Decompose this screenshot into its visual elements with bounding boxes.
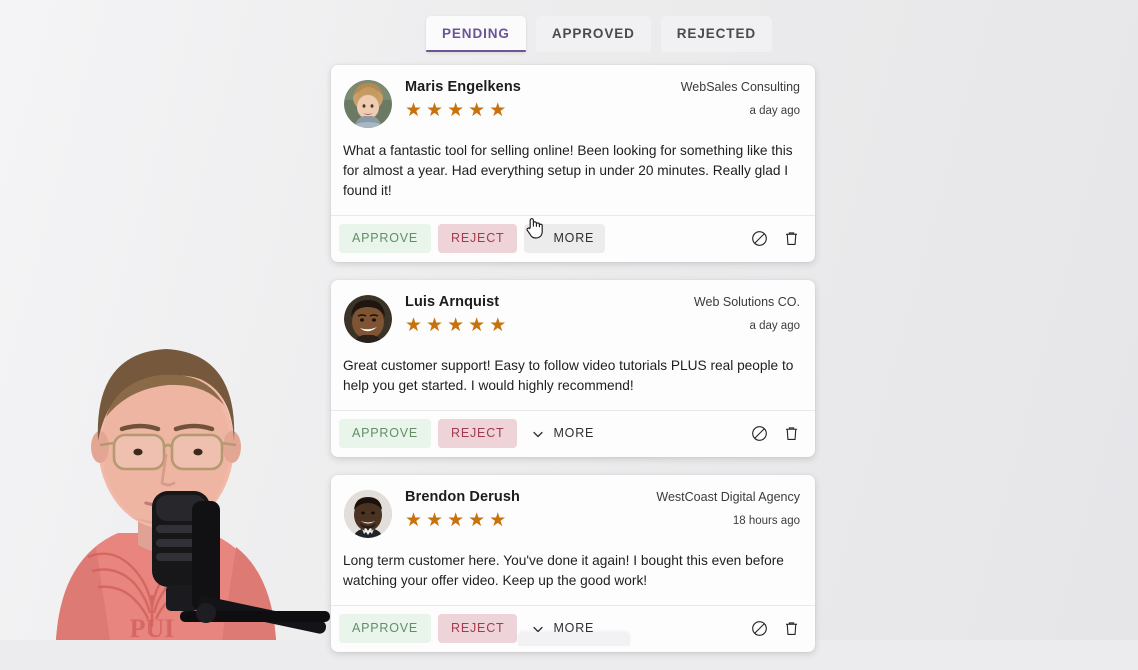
ban-icon[interactable] [747,228,772,249]
trash-icon[interactable] [779,423,804,444]
review-card: Maris Engelkens WebSales Consulting ★ ★ … [331,65,815,262]
review-text: Long term customer here. You've done it … [331,544,815,606]
tab-rejected-label: REJECTED [676,26,756,41]
star-icon: ★ [426,100,444,121]
more-button[interactable]: MORE [524,419,605,448]
next-card-peek [518,632,630,646]
review-card: Luis Arnquist Web Solutions CO. ★ ★ ★ ★ … [331,280,815,457]
more-button[interactable]: MORE [524,224,606,253]
star-icon: ★ [426,315,444,336]
tab-pending-label: PENDING [442,26,510,41]
trash-icon[interactable] [779,228,804,249]
ban-icon[interactable] [747,618,772,639]
avatar [344,295,392,343]
chevron-down-icon [532,233,544,245]
star-icon: ★ [489,510,507,531]
avatar [344,490,392,538]
star-icon: ★ [489,315,507,336]
review-header-text: Luis Arnquist Web Solutions CO. ★ ★ ★ ★ … [392,294,800,335]
star-icon: ★ [468,100,486,121]
review-timestamp: a day ago [749,319,800,332]
ban-icon[interactable] [747,423,772,444]
reviewer-company: WestCoast Digital Agency [656,490,800,504]
reviewer-name: Maris Engelkens [405,79,521,95]
star-icon: ★ [468,315,486,336]
reviewer-company: WebSales Consulting [680,80,800,94]
star-rating: ★ ★ ★ ★ ★ [405,511,506,530]
tab-approved-label: APPROVED [551,26,635,41]
avatar [344,80,392,128]
star-icon: ★ [405,100,423,121]
star-icon: ★ [489,100,507,121]
reviewer-company: Web Solutions CO. [693,295,800,309]
star-icon: ★ [468,510,486,531]
review-header-text: Maris Engelkens WebSales Consulting ★ ★ … [392,79,800,120]
star-icon: ★ [405,510,423,531]
star-icon: ★ [426,510,444,531]
star-rating: ★ ★ ★ ★ ★ [405,316,506,335]
trash-icon[interactable] [779,618,804,639]
tab-rejected[interactable]: REJECTED [660,16,772,52]
reject-button[interactable]: REJECT [438,419,518,448]
review-list: Maris Engelkens WebSales Consulting ★ ★ … [331,65,815,670]
review-actions: APPROVE REJECT MORE [331,216,815,262]
review-timestamp: 18 hours ago [732,514,800,527]
review-header-text: Brendon Derush WestCoast Digital Agency … [392,489,800,530]
more-button-label: MORE [553,426,595,440]
review-actions: APPROVE REJECT MORE [331,411,815,457]
more-button-label: MORE [553,231,595,245]
tab-approved[interactable]: APPROVED [535,16,651,52]
approve-button[interactable]: APPROVE [339,614,432,643]
chevron-down-icon [532,428,544,440]
review-text: Great customer support! Easy to follow v… [331,349,815,411]
review-header: Brendon Derush WestCoast Digital Agency … [331,475,815,544]
review-header: Luis Arnquist Web Solutions CO. ★ ★ ★ ★ … [331,280,815,349]
approve-button[interactable]: APPROVE [339,224,432,253]
review-card: Brendon Derush WestCoast Digital Agency … [331,475,815,652]
reviewer-name: Brendon Derush [405,489,520,505]
star-icon: ★ [447,510,465,531]
review-header: Maris Engelkens WebSales Consulting ★ ★ … [331,65,815,134]
star-icon: ★ [447,315,465,336]
reject-button[interactable]: REJECT [438,614,518,643]
star-rating: ★ ★ ★ ★ ★ [405,101,506,120]
reject-button[interactable]: REJECT [438,224,518,253]
review-text: What a fantastic tool for selling online… [331,134,815,216]
tab-pending[interactable]: PENDING [426,16,526,52]
star-icon: ★ [447,100,465,121]
review-timestamp: a day ago [749,104,800,117]
star-icon: ★ [405,315,423,336]
reviewer-name: Luis Arnquist [405,294,500,310]
approve-button[interactable]: APPROVE [339,419,432,448]
status-tab-bar: PENDING APPROVED REJECTED [426,16,772,52]
